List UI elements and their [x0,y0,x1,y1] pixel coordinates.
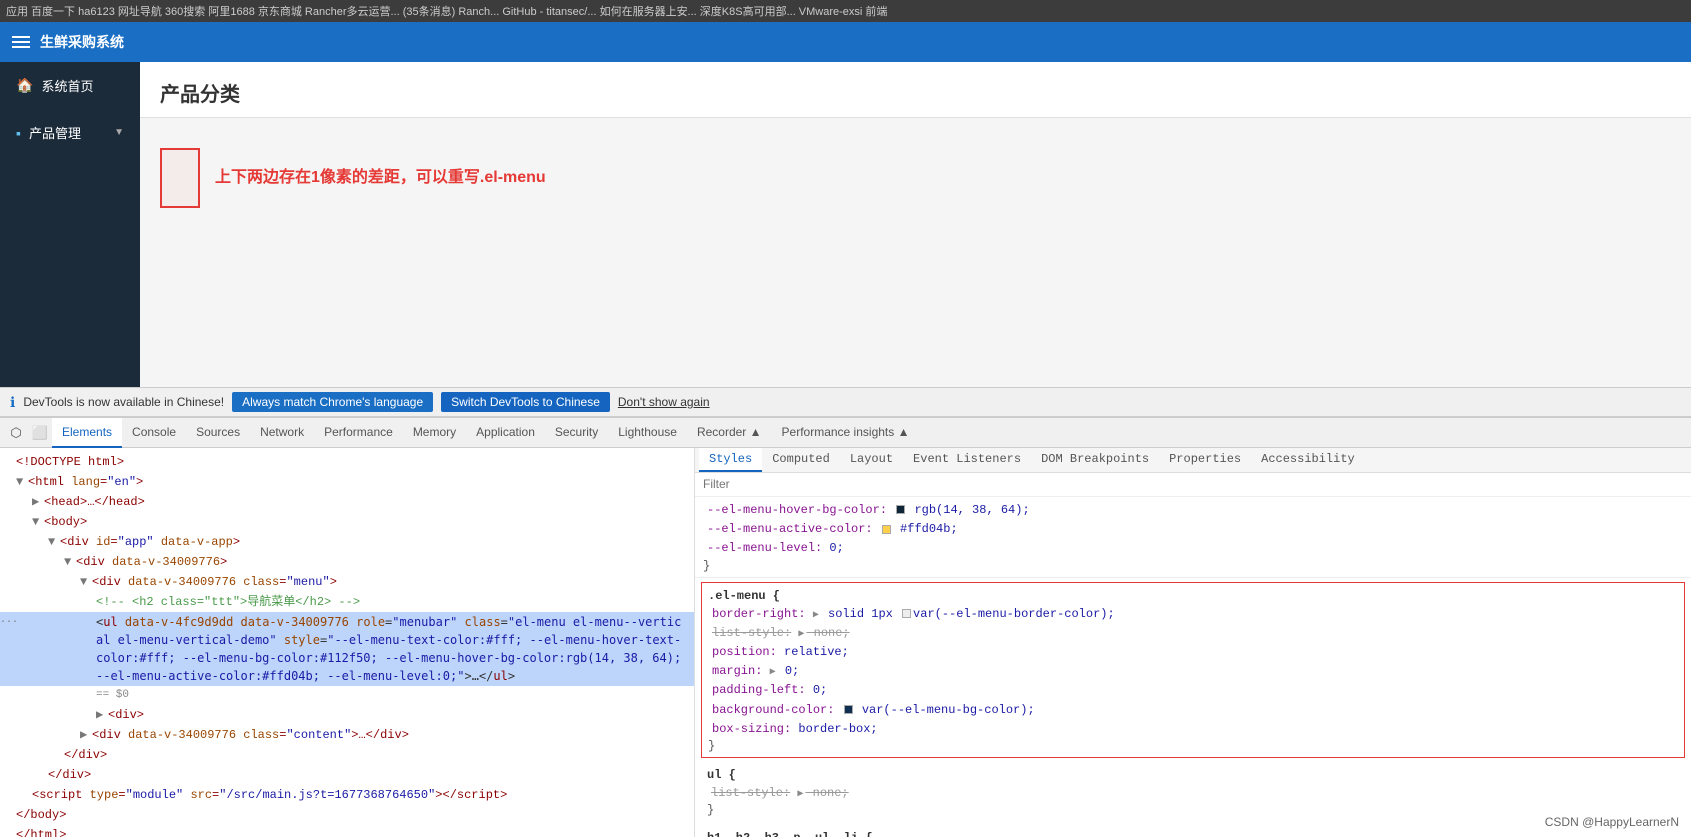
device-icon[interactable]: ⬜ [28,421,52,445]
html-line: <!-- <h2 class="ttt">导航菜单</h2> --> [0,592,694,612]
html-line: ▼ <body> [0,512,694,532]
html-panel[interactable]: <!DOCTYPE html> ▼ <html lang="en"> ▶ <he… [0,448,695,837]
page-title: 产品分类 [160,78,1671,107]
home-icon: 🏠 [16,77,33,94]
tab-elements[interactable]: Elements [52,418,122,448]
devtools-panel: ⬡ ⬜ Elements Console Sources Network Per… [0,417,1691,837]
page-header: 产品分类 [140,62,1691,118]
filter-bar [695,473,1691,497]
html-line: ▶ <div data-v-34009776 class="content">…… [0,725,694,745]
css-vars-block: --el-menu-hover-bg-color: rgb(14, 38, 64… [695,497,1691,578]
grid-icon: ▪ [16,125,21,141]
app-title: 生鲜采购系统 [40,32,124,52]
dont-show-again-button[interactable]: Don't show again [618,395,710,409]
content-wrapper: 🏠 系统首页 ▪ 产品管理 ▼ 产品分类 上下两边存在1像素的差距，可以重写.e… [0,62,1691,387]
chevron-down-icon: ▼ [114,127,124,138]
browser-topbar: 应用 百度一下 ha6123 网址导航 360搜索 阿里1688 京东商城 Ra… [0,0,1691,22]
css-var-line: --el-menu-level: 0; [703,539,1683,558]
css-heading-rule: h1, h2, h3, p, ul, li { margin: ▶ 0; pad… [701,825,1685,837]
sidebar-item-products[interactable]: ▪ 产品管理 ▼ [0,109,140,156]
devtools-notify-bar: ℹ DevTools is now available in Chinese! … [0,387,1691,417]
color-swatch [902,609,911,618]
info-icon: ℹ [10,394,15,411]
devtools-body: <!DOCTYPE html> ▼ <html lang="en"> ▶ <he… [0,448,1691,837]
html-line: ▼ <html lang="en"> [0,472,694,492]
css-var-line: --el-menu-active-color: #ffd04b; [703,520,1683,539]
always-match-language-button[interactable]: Always match Chrome's language [232,392,433,412]
annotation-text: 上下两边存在1像素的差距，可以重写.el-menu [215,163,546,187]
app-container: 生鲜采购系统 🏠 系统首页 ▪ 产品管理 ▼ 产品分类 上下两边存在1像素的差距… [0,22,1691,837]
sidebar: 🏠 系统首页 ▪ 产品管理 ▼ [0,62,140,387]
sidebar-products-label: 产品管理 [29,123,81,142]
subtab-styles[interactable]: Styles [699,448,762,472]
tab-performance-insights[interactable]: Performance insights ▲ [772,418,920,448]
tab-application[interactable]: Application [466,418,545,448]
app-topbar: 生鲜采购系统 [0,22,1691,62]
subtab-dom-breakpoints[interactable]: DOM Breakpoints [1031,448,1159,472]
sidebar-item-home[interactable]: 🏠 系统首页 [0,62,140,109]
red-highlight-box [160,148,200,208]
sidebar-home-label: 系统首页 [41,76,93,95]
color-swatch [882,525,891,534]
html-line: ▼ <div data-v-34009776> [0,552,694,572]
subtab-layout[interactable]: Layout [840,448,903,472]
devtools-tabs: ⬡ ⬜ Elements Console Sources Network Per… [0,418,1691,448]
devtools-info-text: DevTools is now available in Chinese! [23,395,224,409]
html-line: </div> [0,765,694,785]
page-body: 上下两边存在1像素的差距，可以重写.el-menu [140,118,1691,387]
html-line: </body> [0,805,694,825]
tab-recorder[interactable]: Recorder ▲ [687,418,772,448]
html-line: ▶ <head>…</head> [0,492,694,512]
tab-security[interactable]: Security [545,418,608,448]
color-swatch [896,505,905,514]
tab-lighthouse[interactable]: Lighthouse [608,418,687,448]
subtab-event-listeners[interactable]: Event Listeners [903,448,1031,472]
tab-network[interactable]: Network [250,418,314,448]
watermark: CSDN @HappyLearnerN [1545,815,1679,829]
styles-panel: Styles Computed Layout Event Listeners D… [695,448,1691,837]
tab-performance[interactable]: Performance [314,418,403,448]
subtab-computed[interactable]: Computed [762,448,840,472]
html-line: <!DOCTYPE html> [0,452,694,472]
switch-to-chinese-button[interactable]: Switch DevTools to Chinese [441,392,610,412]
styles-subtabs: Styles Computed Layout Event Listeners D… [695,448,1691,473]
html-line: ▼ <div id="app" data-v-app> [0,532,694,552]
subtab-properties[interactable]: Properties [1159,448,1251,472]
main-content: 产品分类 上下两边存在1像素的差距，可以重写.el-menu [140,62,1691,387]
tab-console[interactable]: Console [122,418,186,448]
browser-tabs-text: 应用 百度一下 ha6123 网址导航 360搜索 阿里1688 京东商城 Ra… [6,3,887,19]
tab-sources[interactable]: Sources [186,418,250,448]
html-line: </div> [0,745,694,765]
html-line: </html> [0,825,694,837]
html-line: == $0 [0,686,694,705]
inspect-icon[interactable]: ⬡ [4,421,28,445]
html-line: ▼ <div data-v-34009776 class="menu"> [0,572,694,592]
html-line: ▶ <div> [0,705,694,725]
filter-input[interactable] [703,477,1683,491]
html-line-selected: ... <ul data-v-4fc9d9dd data-v-34009776 … [0,612,694,686]
hamburger-icon[interactable] [12,36,30,48]
css-ul-rule: ul { list-style: ▶ none; } [701,762,1685,821]
css-el-menu-rule: .el-menu { border-right: ▶ solid 1px var… [701,582,1685,758]
tab-memory[interactable]: Memory [403,418,466,448]
subtab-accessibility[interactable]: Accessibility [1251,448,1365,472]
html-line: <script type="module" src="/src/main.js?… [0,785,694,805]
color-swatch [844,705,853,714]
css-var-line: --el-menu-hover-bg-color: rgb(14, 38, 64… [703,501,1683,520]
